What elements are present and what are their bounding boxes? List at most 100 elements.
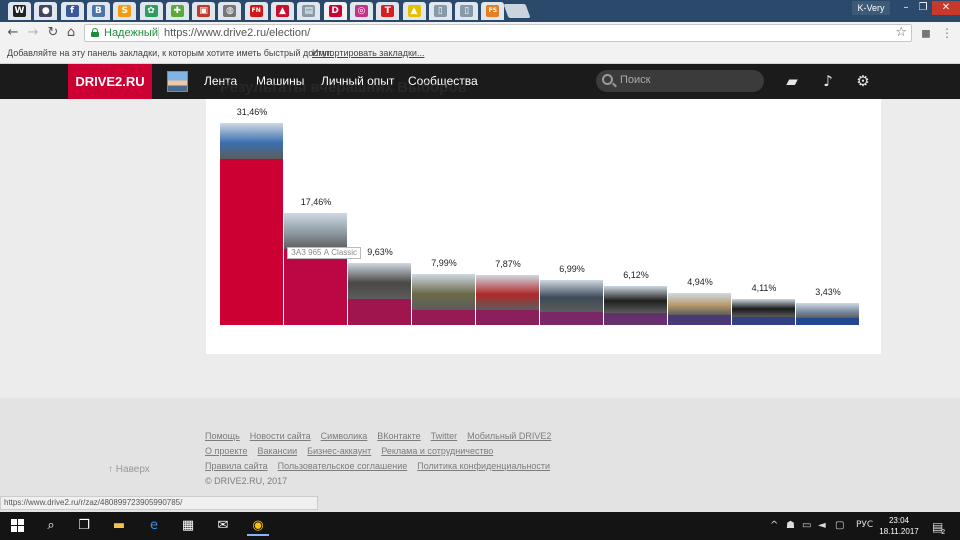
fs-icon: FS [486,5,500,17]
car-photo[interactable] [668,293,731,316]
tray-app-icon[interactable]: ☗ [786,520,795,531]
browser-tab[interactable]: FS [481,2,505,20]
search-placeholder: Поиск [620,74,651,86]
restore-icon[interactable]: ❐ [913,1,933,15]
footer-link[interactable]: Пользовательское соглашение [278,461,408,471]
search-input[interactable]: Поиск [596,70,764,92]
result-bar[interactable] [412,273,475,325]
address-bar[interactable]: Надежный https://www.drive2.ru/election/… [84,24,912,42]
network-icon[interactable]: ▭ [802,520,811,531]
new-tab-button[interactable] [503,4,531,18]
reload-icon[interactable]: ↻ [45,25,61,41]
clock[interactable]: 23:04 18.11.2017 [876,515,922,537]
footer-link[interactable]: О проекте [205,446,247,456]
result-bar[interactable] [796,303,859,325]
browser-tab[interactable]: D [323,2,347,20]
footer-link[interactable]: Бизнес-аккаунт [307,446,371,456]
car-photo[interactable] [604,285,667,314]
browser-tab[interactable]: ▯ [455,2,479,20]
language-indicator[interactable]: РУС [856,520,873,530]
tray-extra-icon[interactable]: ▢ [835,520,844,531]
footer-link[interactable]: Символика [321,431,368,441]
browser-tab[interactable]: ✚ [165,2,189,20]
result-bar[interactable] [732,298,795,325]
result-bar[interactable] [476,274,539,325]
footer-link[interactable]: Помощь [205,431,240,441]
search-taskbar-icon[interactable]: ⌕ [40,516,62,536]
fn-icon: FN [249,5,263,17]
browser-tab[interactable]: W [8,2,31,20]
browser-tab[interactable]: ▤ [297,2,321,20]
profile-button[interactable]: K-Very [852,1,890,15]
footer-link[interactable]: ВКонтакте [377,431,420,441]
store-icon[interactable]: ▦ [177,516,199,536]
result-bar[interactable] [604,285,667,325]
tray-expand-icon[interactable]: ^ [770,520,778,531]
task-view-icon[interactable]: ❐ [73,516,95,536]
browser-tab[interactable]: f [60,2,84,20]
back-to-top-link[interactable]: ↑ Наверх [108,464,150,475]
footer-link[interactable]: Правила сайта [205,461,268,471]
url-text[interactable]: https://www.drive2.ru/election/ [164,27,310,39]
avatar[interactable] [167,71,188,92]
extension-icon[interactable]: ◼ [918,25,934,41]
instagram-icon: ◎ [354,5,368,17]
car-photo[interactable] [476,274,539,310]
gear-icon[interactable]: ⚙ [853,71,873,91]
site-logo[interactable]: DRIVE2.RU [68,64,152,99]
red-site-icon: ▲ [276,5,289,17]
car-photo[interactable] [412,273,475,310]
car-photo[interactable] [348,263,411,300]
browser-tabstrip: W ● f В S ✿ ✚ ▣ ◍ FN ▲ ▤ D ◎ T ▲ ▯ ▯ FS K-Very – ❐ ✕ [0,0,960,22]
file-explorer-icon[interactable]: ▬ [108,516,130,536]
back-icon[interactable]: ← [5,25,21,41]
car-photo[interactable] [540,280,603,312]
footer-link[interactable]: Twitter [431,431,458,441]
footer-link[interactable]: Политика конфиденциальности [417,461,550,471]
browser-tab[interactable]: ▲ [271,2,294,20]
messages-icon[interactable]: ▰ [782,71,802,91]
forward-icon[interactable]: → [25,25,41,41]
globe-icon: ◍ [223,5,237,17]
browser-tab[interactable]: ▣ [192,2,216,20]
result-bar[interactable] [220,123,283,325]
result-bar[interactable] [668,293,731,325]
browser-tab[interactable]: ▯ [428,2,452,20]
result-bar[interactable] [348,263,411,325]
import-bookmarks-link[interactable]: Импортировать закладки... [312,48,424,58]
menu-icon[interactable]: ⋮ [939,25,955,41]
car-photo[interactable] [220,123,283,160]
site-footer: Помощь Новости сайта Символика ВКонтакте Twi… [0,398,960,512]
volume-icon[interactable]: ◄ [818,520,826,531]
result-bar[interactable] [540,280,603,325]
mail-icon[interactable]: ✉ [212,516,234,536]
windows-start-icon[interactable] [11,519,24,532]
footer-link[interactable]: Новости сайта [250,431,311,441]
chrome-icon[interactable]: ◉ [247,516,269,536]
browser-tab[interactable]: ◎ [349,2,373,20]
browser-tab[interactable]: ◍ [218,2,242,20]
url-divider [158,27,159,39]
browser-tab[interactable]: ✿ [139,2,163,20]
footer-link[interactable]: Вакансии [257,446,297,456]
footer-link[interactable]: Мобильный DRIVE2 [467,431,551,441]
back-to-top-label: Наверх [115,464,150,475]
bookmarks-hint: Добавляйте на эту панель закладки, к кот… [7,48,334,58]
footer-row-2: О проекте Вакансии Бизнес-аккаунт Реклама и… [205,446,503,456]
browser-tab[interactable]: В [86,2,110,20]
car-photo[interactable] [732,298,795,318]
result-bar[interactable] [284,213,347,325]
close-icon[interactable]: ✕ [932,1,960,15]
bell-icon[interactable]: ♪ [818,71,838,91]
home-icon[interactable]: ⌂ [63,25,79,41]
browser-tab[interactable]: ● [34,2,58,20]
browser-tab[interactable]: T [376,2,400,20]
browser-tab[interactable]: S [113,2,137,20]
browser-tab[interactable]: FN [244,2,268,20]
car-photo[interactable] [284,213,347,250]
car-photo[interactable] [796,303,859,319]
edge-icon[interactable]: e [143,516,165,536]
browser-tab[interactable]: ▲ [402,2,426,20]
bookmark-star-icon[interactable]: ☆ [895,25,907,40]
footer-link[interactable]: Реклама и сотрудничество [381,446,493,456]
